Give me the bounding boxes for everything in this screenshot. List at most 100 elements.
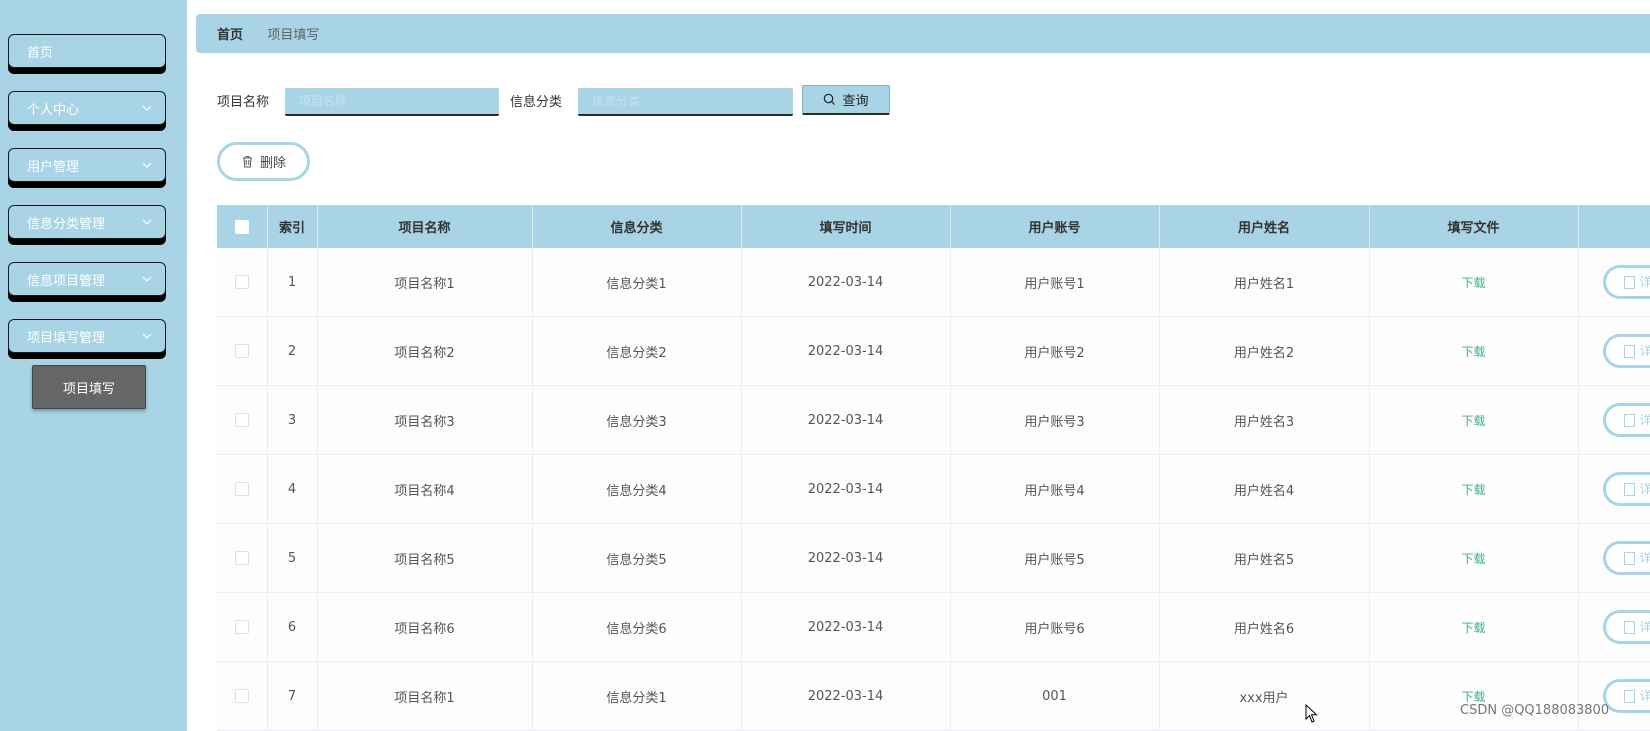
detail-button[interactable]: 详情 bbox=[1602, 610, 1650, 644]
document-icon bbox=[1623, 621, 1635, 634]
document-icon bbox=[1623, 414, 1635, 427]
row-select-cell[interactable] bbox=[217, 316, 268, 386]
cell-file: 下载 bbox=[1369, 661, 1579, 731]
cell-index: 2 bbox=[267, 316, 318, 386]
query-button-label: 查询 bbox=[842, 94, 869, 109]
sidebar-item-profile[interactable]: 个人中心 bbox=[8, 91, 166, 125]
row-select-cell[interactable] bbox=[217, 592, 268, 662]
download-link[interactable]: 下载 bbox=[1461, 552, 1485, 566]
chevron-down-icon bbox=[142, 162, 152, 168]
cell-account: 用户账号2 bbox=[950, 316, 1160, 386]
cell-account: 用户账号1 bbox=[950, 248, 1160, 317]
row-select-cell[interactable] bbox=[217, 523, 268, 593]
row-checkbox[interactable] bbox=[234, 482, 249, 496]
detail-button-label: 详情 bbox=[1640, 689, 1650, 703]
cell-index: 7 bbox=[267, 661, 318, 731]
cell-file: 下载 bbox=[1369, 454, 1579, 524]
row-select-cell[interactable] bbox=[217, 661, 268, 731]
detail-button-label: 详情 bbox=[1640, 620, 1650, 634]
detail-button[interactable]: 详情 bbox=[1602, 334, 1650, 368]
chevron-down-icon bbox=[142, 105, 152, 111]
query-button[interactable]: 查询 bbox=[802, 85, 890, 115]
header-username: 用户姓名 bbox=[1159, 205, 1370, 248]
sidebar-item-users[interactable]: 用户管理 bbox=[8, 148, 166, 182]
chevron-down-icon bbox=[142, 333, 152, 339]
row-select-cell[interactable] bbox=[217, 454, 268, 524]
document-icon bbox=[1623, 276, 1635, 289]
row-checkbox[interactable] bbox=[234, 413, 249, 427]
detail-button[interactable]: 详情 bbox=[1602, 472, 1650, 506]
cell-category: 信息分类2 bbox=[532, 316, 742, 386]
download-link[interactable]: 下载 bbox=[1461, 276, 1485, 290]
search-icon bbox=[824, 93, 836, 105]
row-checkbox[interactable] bbox=[234, 275, 249, 289]
breadcrumb-current: 项目填写 bbox=[267, 28, 320, 43]
row-checkbox[interactable] bbox=[234, 620, 249, 634]
cell-username: 用户姓名4 bbox=[1159, 454, 1370, 524]
document-icon bbox=[1623, 552, 1635, 565]
detail-button-label: 详情 bbox=[1640, 482, 1650, 496]
category-input[interactable] bbox=[578, 88, 793, 116]
cell-file: 下载 bbox=[1369, 385, 1579, 455]
table-row: 6项目名称6信息分类62022-03-14用户账号6用户姓名6 下载 详情 bbox=[217, 592, 1650, 662]
sidebar-item-label: 项目填写管理 bbox=[27, 330, 106, 346]
header-account: 用户账号 bbox=[950, 205, 1160, 248]
sidebar-item-category[interactable]: 信息分类管理 bbox=[8, 205, 166, 239]
detail-button[interactable]: 详情 bbox=[1602, 403, 1650, 437]
header-category: 信息分类 bbox=[532, 205, 742, 248]
row-checkbox[interactable] bbox=[234, 344, 249, 358]
project-name-input[interactable] bbox=[285, 88, 499, 116]
cell-category: 信息分类1 bbox=[532, 248, 742, 317]
sidebar-item-project-info[interactable]: 信息项目管理 bbox=[8, 262, 166, 296]
header-select-all[interactable] bbox=[217, 205, 268, 248]
cell-index: 3 bbox=[267, 385, 318, 455]
cell-index: 5 bbox=[267, 523, 318, 593]
cell-project-name: 项目名称2 bbox=[317, 316, 533, 386]
detail-button[interactable]: 详情 bbox=[1602, 265, 1650, 299]
cell-actions: 详情 bbox=[1578, 385, 1650, 455]
row-select-cell[interactable] bbox=[217, 248, 268, 317]
download-link[interactable]: 下载 bbox=[1461, 483, 1485, 497]
document-icon bbox=[1623, 690, 1635, 703]
sidebar-subitem-project-fill[interactable]: 项目填写 bbox=[32, 365, 146, 409]
header-index: 索引 bbox=[267, 205, 318, 248]
row-select-cell[interactable] bbox=[217, 385, 268, 455]
cell-username: 用户姓名5 bbox=[1159, 523, 1370, 593]
select-all-checkbox[interactable] bbox=[234, 219, 249, 234]
cell-index: 6 bbox=[267, 592, 318, 662]
cell-project-name: 项目名称3 bbox=[317, 385, 533, 455]
project-name-label: 项目名称 bbox=[217, 95, 270, 110]
cell-actions: 详情 bbox=[1578, 523, 1650, 593]
sidebar-item-label: 首页 bbox=[27, 45, 54, 61]
sidebar-item-home[interactable]: 首页 bbox=[8, 34, 166, 68]
cell-actions: 详情 bbox=[1578, 248, 1650, 317]
header-fill-time: 填写时间 bbox=[741, 205, 951, 248]
header-file: 填写文件 bbox=[1369, 205, 1579, 248]
download-link[interactable]: 下载 bbox=[1461, 345, 1485, 359]
download-link[interactable]: 下载 bbox=[1461, 414, 1485, 428]
trash-icon bbox=[242, 156, 252, 168]
table-row: 5项目名称5信息分类52022-03-14用户账号5用户姓名5 下载 详情 bbox=[217, 523, 1650, 593]
cell-actions: 详情 bbox=[1578, 454, 1650, 524]
row-checkbox[interactable] bbox=[234, 689, 249, 703]
download-link[interactable]: 下载 bbox=[1461, 690, 1485, 704]
breadcrumb-home[interactable]: 首页 bbox=[217, 24, 243, 43]
cell-fill-time: 2022-03-14 bbox=[741, 454, 951, 524]
detail-button[interactable]: 详情 bbox=[1602, 679, 1650, 713]
detail-button[interactable]: 详情 bbox=[1602, 541, 1650, 575]
cell-file: 下载 bbox=[1369, 248, 1579, 317]
sidebar-item-project-fill[interactable]: 项目填写管理 bbox=[8, 319, 166, 353]
cell-project-name: 项目名称1 bbox=[317, 248, 533, 317]
cell-project-name: 项目名称4 bbox=[317, 454, 533, 524]
mouse-cursor-icon bbox=[1305, 704, 1318, 723]
breadcrumb-separator: / bbox=[253, 26, 258, 41]
row-checkbox[interactable] bbox=[234, 551, 249, 565]
data-table: 索引 项目名称 信息分类 填写时间 用户账号 用户姓名 填写文件 1 项目名称1 信… bbox=[217, 205, 1650, 731]
cell-account: 用户账号6 bbox=[950, 592, 1160, 662]
cell-fill-time: 2022-03-14 bbox=[741, 592, 951, 662]
delete-button[interactable]: 删除 bbox=[217, 142, 310, 181]
cell-index: 4 bbox=[267, 454, 318, 524]
chevron-down-icon bbox=[142, 219, 152, 225]
download-link[interactable]: 下载 bbox=[1461, 621, 1485, 635]
sidebar-item-label: 信息分类管理 bbox=[27, 216, 106, 232]
